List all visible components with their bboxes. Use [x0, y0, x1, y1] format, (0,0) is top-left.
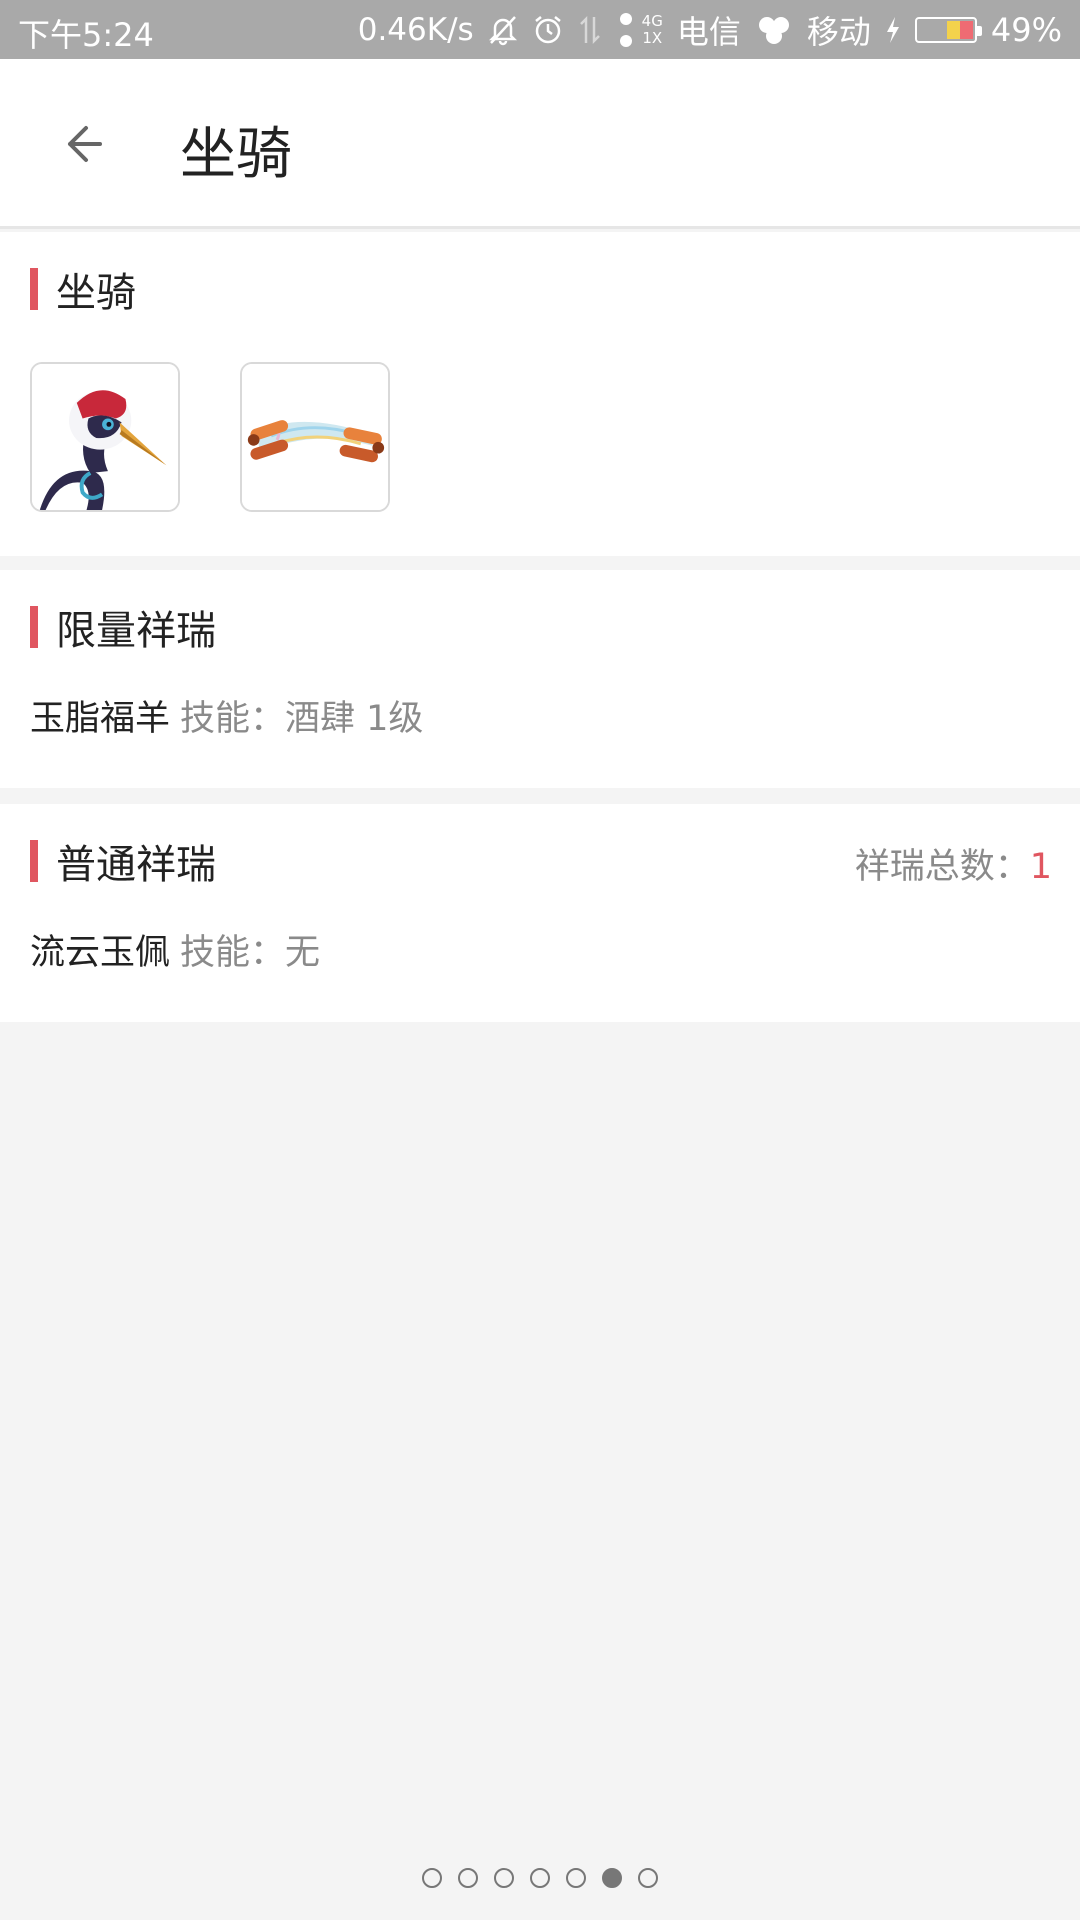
carrier-2: 移动 — [806, 12, 871, 51]
status-right: 0.46K/s 4G 1X 电信 移动 49% — [358, 0, 1062, 59]
app-header: 坐骑 — [0, 59, 1080, 229]
page-dot[interactable] — [638, 1868, 658, 1888]
section-title: 限量祥瑞 — [30, 604, 216, 654]
limited-section-title: 限量祥瑞 — [56, 608, 216, 654]
net-speed: 0.46K/s — [357, 11, 474, 48]
charging-icon — [885, 15, 901, 45]
page-dot[interactable] — [494, 1868, 514, 1888]
total-label: 祥瑞总数： — [854, 847, 1030, 887]
crane-mount-icon[interactable] — [30, 362, 180, 512]
item-skill: 技能：无 — [180, 933, 321, 973]
mount-section-title: 坐骑 — [56, 270, 136, 316]
item-name: 流云玉佩 — [30, 933, 171, 973]
carrier-1: 电信 — [676, 12, 741, 51]
page-dot[interactable] — [566, 1868, 586, 1888]
bell-off-icon — [488, 14, 518, 46]
accent-bar — [30, 606, 38, 648]
page-title: 坐骑 — [180, 122, 292, 187]
status-bar: 下午5:24 0.46K/s 4G 1X 电信 移动 49% — [0, 0, 1080, 59]
net-type-top: 4G — [641, 11, 663, 30]
limited-section: 限量祥瑞 玉脂福羊 技能：酒肆 1级 — [0, 570, 1080, 788]
accent-bar — [30, 268, 38, 310]
section-title: 普通祥瑞 — [30, 838, 216, 888]
signal-icon — [616, 11, 636, 49]
battery-icon — [914, 16, 982, 43]
item-skill: 技能：酒肆 1级 — [180, 699, 424, 739]
page-indicator — [0, 1868, 1080, 1888]
data-arrows-icon — [578, 15, 602, 45]
battery-level: 49% — [990, 10, 1062, 49]
section-title: 坐骑 — [30, 266, 136, 316]
mount-section: 坐骑 — [0, 232, 1080, 556]
scroll-mount-icon[interactable] — [240, 362, 390, 512]
alarm-icon — [532, 14, 564, 46]
accent-bar — [30, 840, 38, 882]
total-value: 1 — [1029, 847, 1052, 887]
signal-icon — [755, 14, 793, 46]
page-dot[interactable] — [422, 1868, 442, 1888]
page-dot[interactable] — [458, 1868, 478, 1888]
status-time: 下午5:24 — [18, 16, 154, 54]
normal-section-title: 普通祥瑞 — [56, 842, 216, 888]
total-count: 祥瑞总数：1 — [855, 838, 1052, 889]
item-name: 玉脂福羊 — [30, 699, 171, 739]
page-dot[interactable] — [530, 1868, 550, 1888]
page-dot[interactable] — [602, 1868, 622, 1888]
net-type-bottom: 1X — [642, 28, 663, 47]
normal-section: 普通祥瑞 祥瑞总数：1 流云玉佩 技能：无 — [0, 804, 1080, 1022]
list-item[interactable]: 流云玉佩 技能：无 — [30, 924, 320, 975]
arrow-left-icon — [68, 126, 102, 162]
list-item[interactable]: 玉脂福羊 技能：酒肆 1级 — [30, 690, 423, 741]
network-type: 4G 1X — [616, 11, 663, 49]
back-button[interactable] — [52, 112, 116, 176]
